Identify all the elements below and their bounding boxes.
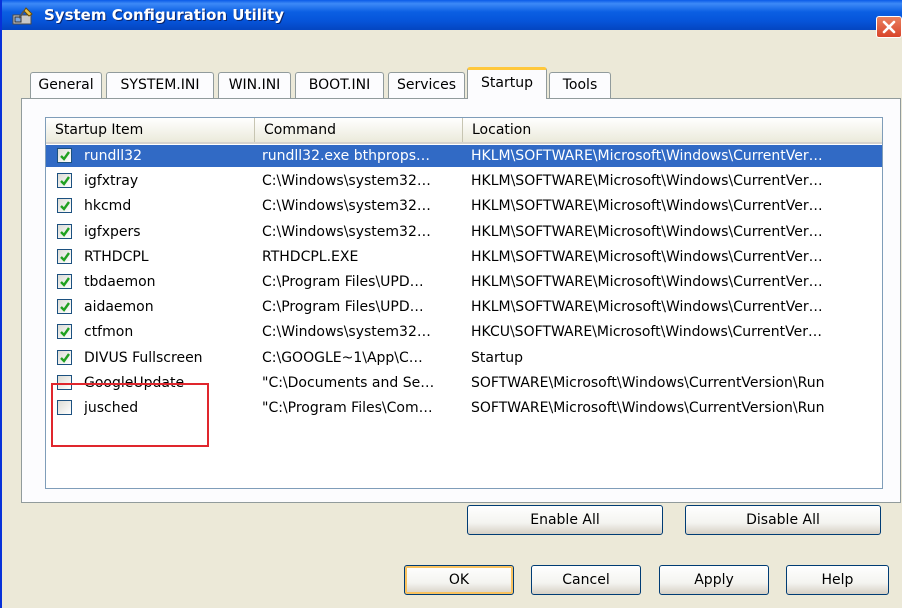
highlight-box bbox=[51, 383, 209, 447]
window-title: System Configuration Utility bbox=[44, 6, 284, 24]
checkmark-icon bbox=[60, 176, 70, 187]
column-header-location[interactable]: Location bbox=[462, 118, 882, 142]
system-configuration-window: System Configuration Utility General SYS… bbox=[0, 0, 902, 608]
close-button[interactable] bbox=[876, 16, 902, 38]
startup-item-checkbox[interactable] bbox=[57, 198, 72, 214]
startup-item-location: HKLM\SOFTWARE\Microsoft\Windows\CurrentV… bbox=[471, 223, 823, 240]
startup-item-checkbox[interactable] bbox=[57, 148, 72, 163]
startup-item-checkbox[interactable] bbox=[57, 324, 72, 340]
startup-item-command: C:\Windows\system32… bbox=[262, 223, 431, 240]
tab-general[interactable]: General bbox=[30, 72, 102, 98]
checkmark-icon bbox=[60, 226, 70, 237]
help-button[interactable]: Help bbox=[786, 565, 889, 595]
startup-item-name: hkcmd bbox=[84, 198, 132, 215]
startup-item-command: RTHDCPL.EXE bbox=[262, 248, 359, 265]
startup-item-command: C:\Windows\system32… bbox=[262, 173, 431, 190]
list-item[interactable]: DIVUS Fullscreen C:\GOOGLE~1\App\C… Startu… bbox=[46, 347, 882, 369]
list-item[interactable]: igfxtray C:\Windows\system32… HKLM\SOFTWAR… bbox=[46, 170, 882, 192]
disable-all-button[interactable]: Disable All bbox=[685, 505, 881, 535]
startup-item-name: ctfmon bbox=[84, 324, 134, 341]
startup-item-checkbox[interactable] bbox=[57, 248, 72, 264]
startup-item-location: Startup bbox=[471, 349, 523, 366]
checkmark-icon bbox=[60, 352, 70, 363]
startup-item-command: C:\GOOGLE~1\App\C… bbox=[262, 349, 423, 366]
startup-item-checkbox[interactable] bbox=[57, 299, 72, 315]
startup-item-location: HKLM\SOFTWARE\Microsoft\Windows\CurrentV… bbox=[471, 148, 823, 164]
checkmark-icon bbox=[60, 252, 70, 262]
cancel-button[interactable]: Cancel bbox=[531, 565, 641, 595]
tab-win-ini[interactable]: WIN.INI bbox=[218, 72, 291, 98]
checkmark-icon bbox=[60, 302, 70, 313]
startup-item-checkbox[interactable] bbox=[57, 274, 72, 289]
startup-item-location: HKLM\SOFTWARE\Microsoft\Windows\CurrentV… bbox=[471, 248, 823, 265]
checkmark-icon bbox=[60, 327, 70, 338]
startup-item-checkbox[interactable] bbox=[57, 349, 72, 365]
startup-item-location: SOFTWARE\Microsoft\Windows\CurrentVersio… bbox=[471, 400, 825, 416]
startup-item-name: igfxpers bbox=[84, 223, 141, 240]
startup-item-name: RTHDCPL bbox=[84, 248, 149, 265]
column-header-command[interactable]: Command bbox=[254, 118, 462, 142]
tab-system-ini[interactable]: SYSTEM.INI bbox=[106, 72, 214, 98]
column-header-startup-item[interactable]: Startup Item bbox=[46, 118, 254, 142]
startup-item-location: HKCU\SOFTWARE\Microsoft\Windows\CurrentV… bbox=[471, 324, 822, 341]
list-item[interactable]: ctfmon C:\Windows\system32… HKCU\SOFTWARE\… bbox=[46, 321, 882, 343]
apply-button[interactable]: Apply bbox=[659, 565, 769, 595]
list-header: Startup Item Command Location bbox=[46, 118, 882, 144]
tab-tools[interactable]: Tools bbox=[549, 72, 611, 98]
startup-item-command: rundll32.exe bthprops… bbox=[262, 148, 431, 164]
startup-item-command: "C:\Documents and Se… bbox=[262, 374, 435, 391]
startup-item-name: aidaemon bbox=[84, 299, 154, 316]
checkmark-icon bbox=[60, 151, 70, 161]
close-icon bbox=[882, 20, 896, 34]
startup-item-location: HKLM\SOFTWARE\Microsoft\Windows\CurrentV… bbox=[471, 173, 823, 190]
list-item[interactable]: tbdaemon C:\Program Files\UPD… HKLM\SOFTWA… bbox=[46, 271, 882, 293]
startup-item-location: HKLM\SOFTWARE\Microsoft\Windows\CurrentV… bbox=[471, 274, 823, 290]
checkmark-icon bbox=[60, 201, 70, 212]
tab-services[interactable]: Services bbox=[388, 72, 465, 98]
startup-item-location: HKLM\SOFTWARE\Microsoft\Windows\CurrentV… bbox=[471, 198, 823, 215]
startup-item-checkbox[interactable] bbox=[57, 173, 72, 189]
startup-item-location: HKLM\SOFTWARE\Microsoft\Windows\CurrentV… bbox=[471, 299, 823, 316]
startup-item-name: rundll32 bbox=[84, 148, 142, 164]
list-item[interactable]: igfxpers C:\Windows\system32… HKLM\SOFTWAR… bbox=[46, 221, 882, 243]
startup-item-name: igfxtray bbox=[84, 173, 139, 190]
startup-item-location: SOFTWARE\Microsoft\Windows\CurrentVersio… bbox=[471, 374, 825, 391]
startup-item-command: C:\Windows\system32… bbox=[262, 198, 431, 215]
checkmark-icon bbox=[60, 277, 70, 287]
enable-all-button[interactable]: Enable All bbox=[467, 505, 663, 535]
startup-item-command: "C:\Program Files\Com… bbox=[262, 400, 433, 416]
tab-boot-ini[interactable]: BOOT.INI bbox=[295, 72, 384, 98]
ok-button[interactable]: OK bbox=[404, 565, 514, 595]
list-item[interactable]: aidaemon C:\Program Files\UPD… HKLM\SOFTWA… bbox=[46, 296, 882, 318]
startup-item-checkbox[interactable] bbox=[57, 223, 72, 239]
startup-item-name: DIVUS Fullscreen bbox=[84, 349, 203, 366]
msconfig-icon bbox=[12, 7, 33, 25]
startup-item-command: C:\Program Files\UPD… bbox=[262, 274, 424, 290]
startup-item-name: tbdaemon bbox=[84, 274, 156, 290]
list-item[interactable]: hkcmd C:\Windows\system32… HKLM\SOFTWARE\M… bbox=[46, 195, 882, 217]
startup-item-command: C:\Program Files\UPD… bbox=[262, 299, 424, 316]
title-bar[interactable]: System Configuration Utility bbox=[2, 0, 902, 38]
list-item[interactable]: rundll32 rundll32.exe bthprops… HKLM\SOFTW… bbox=[46, 145, 882, 167]
tab-startup[interactable]: Startup bbox=[467, 67, 547, 99]
startup-item-command: C:\Windows\system32… bbox=[262, 324, 431, 341]
list-item[interactable]: RTHDCPL RTHDCPL.EXE HKLM\SOFTWARE\Microsof… bbox=[46, 246, 882, 268]
